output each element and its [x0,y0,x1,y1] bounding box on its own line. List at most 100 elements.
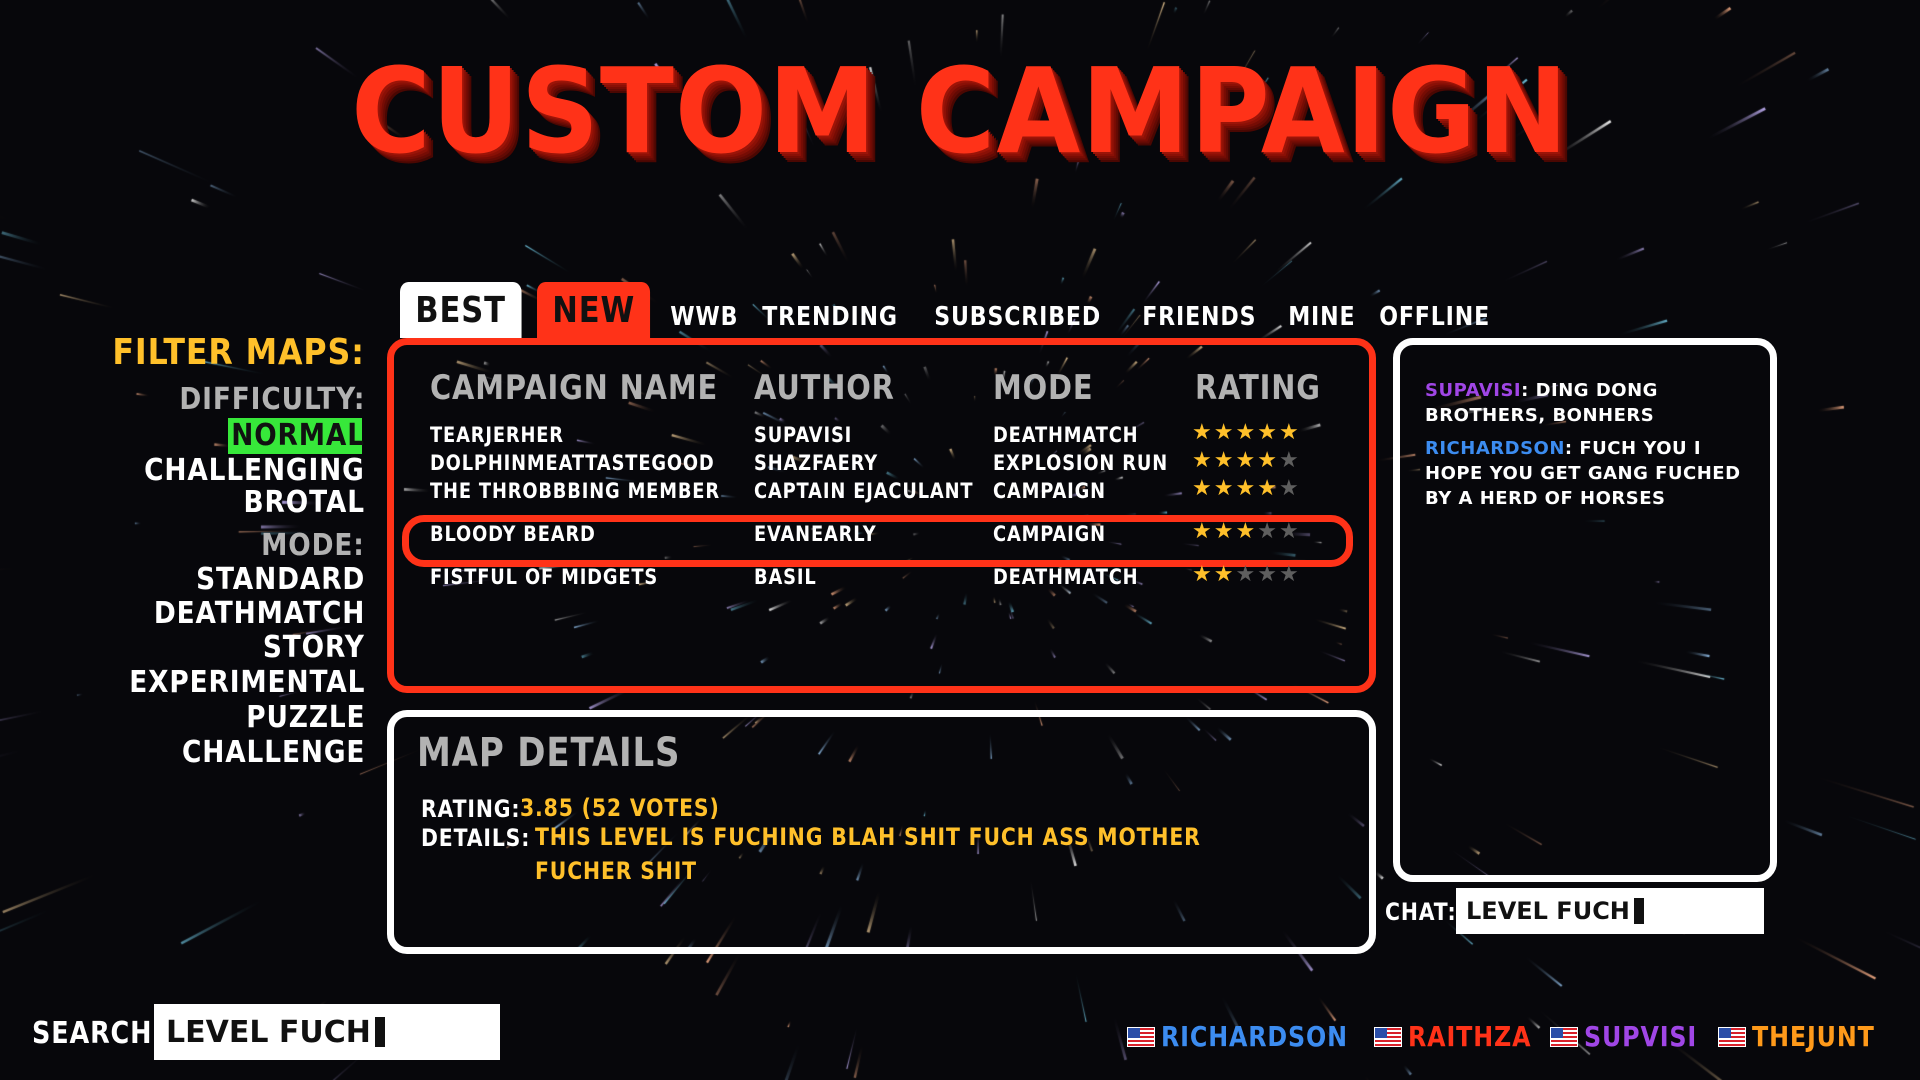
difficulty-heading: DIFFICULTY: [179,382,365,417]
star-filled-icon: ★ [1235,519,1258,544]
text-cursor [374,1017,385,1047]
star-filled-icon: ★ [1257,420,1279,445]
mode-story[interactable]: STORY [263,630,365,665]
star-empty-icon: ★ [1257,562,1279,587]
row-author: SHAZFAERY [754,451,879,475]
row-author: BASIL [754,565,817,589]
star-filled-icon: ★ [1235,420,1258,445]
column-header-rating[interactable]: RATING [1195,368,1321,408]
tab-offline[interactable]: OFFLINE [1369,294,1500,338]
player-tag[interactable]: SUPVISI [1550,1020,1717,1053]
chat-label: CHAT: [1385,898,1457,926]
us-flag-icon [1127,1026,1155,1047]
star-filled-icon: ★ [1213,476,1236,501]
difficulty-challenging[interactable]: CHALLENGING [144,453,365,488]
search-input-text: LEVEL FUCH [166,1014,371,1050]
details-label: DETAILS: [421,824,531,852]
star-filled-icon: ★ [1192,562,1214,587]
us-flag-icon [1718,1026,1746,1047]
star-filled-icon: ★ [1213,420,1236,445]
details-value: THIS LEVEL IS FUCHING BLAH SHIT FUCH ASS… [535,823,1201,885]
star-filled-icon: ★ [1192,519,1214,544]
chat-colon: : [1564,438,1580,459]
player-tag[interactable]: THEJUNT [1718,1020,1896,1053]
us-flag-icon [1550,1026,1578,1047]
tab-mine[interactable]: MINE [1278,294,1366,338]
mode-experimental[interactable]: EXPERIMENTAL [129,665,365,700]
mode-puzzle[interactable]: PUZZLE [246,700,365,735]
star-filled-icon: ★ [1192,476,1214,501]
chat-message: RICHARDSON: FUCH YOU I HOPE YOU GET GANG… [1425,436,1755,511]
row-mode: DEATHMATCH [993,565,1139,589]
map-details-title: MAP DETAILS [417,730,681,776]
star-filled-icon: ★ [1257,476,1279,501]
difficulty-normal[interactable]: NORMAL [231,418,365,453]
tab-best[interactable]: BEST [400,282,522,338]
sort-tabs: BEST NEW WWB TRENDING SUBSCRIBED FRIENDS… [400,282,1512,338]
row-mode: CAMPAIGN [993,522,1106,546]
star-filled-icon: ★ [1213,448,1236,473]
chat-message: SUPAVISI: DING DONG BROTHERS, BONHERS [1425,378,1755,428]
star-empty-icon: ★ [1278,448,1301,473]
column-header-mode[interactable]: MODE [993,368,1093,408]
row-author: EVANEARLY [754,522,877,546]
row-name: FISTFUL OF MIDGETS [430,565,659,589]
chat-input[interactable]: LEVEL FUCH [1456,888,1764,934]
star-filled-icon: ★ [1257,448,1279,473]
page-title: CUSTOM CAMPAIGN [351,42,1569,180]
filter-maps-title: FILTER MAPS: [112,332,365,373]
row-name: DOLPHINMEATTASTEGOOD [430,451,715,475]
row-name: TEARJERHER [430,423,564,447]
row-name: BLOODY BEARD [430,522,596,546]
chat-input-text: LEVEL FUCH [1466,897,1630,925]
us-flag-icon [1374,1026,1402,1047]
search-label: SEARCH: [32,1016,164,1051]
mode-deathmatch[interactable]: DEATHMATCH [154,596,365,631]
column-header-author[interactable]: AUTHOR [754,368,895,408]
tab-friends[interactable]: FRIENDS [1132,294,1267,338]
chat-username[interactable]: SUPAVISI [1425,380,1521,401]
star-filled-icon: ★ [1278,420,1301,445]
row-mode: CAMPAIGN [993,479,1106,503]
star-empty-icon: ★ [1278,519,1301,544]
star-empty-icon: ★ [1278,476,1301,501]
star-filled-icon: ★ [1192,448,1214,473]
mode-challenge[interactable]: CHALLENGE [182,735,365,770]
player-tag[interactable]: RICHARDSON [1127,1020,1381,1053]
row-name: THE THROBBBING MEMBER [430,479,720,503]
star-empty-icon: ★ [1278,562,1301,587]
player-name: RAITHZA [1408,1020,1532,1053]
star-rating: ★★★★★ [1192,519,1301,544]
star-filled-icon: ★ [1235,448,1258,473]
player-name: THEJUNT [1752,1020,1875,1053]
star-filled-icon: ★ [1192,420,1214,445]
star-rating: ★★★★★ [1192,448,1301,473]
player-name: SUPVISI [1584,1020,1698,1053]
mode-standard[interactable]: STANDARD [196,562,365,597]
tab-trending[interactable]: TRENDING [752,294,908,338]
tab-wwb[interactable]: WWB [660,294,749,338]
player-tag[interactable]: RAITHZA [1374,1020,1553,1053]
row-mode: DEATHMATCH [993,423,1139,447]
star-filled-icon: ★ [1213,519,1236,544]
star-empty-icon: ★ [1257,519,1279,544]
row-author: SUPAVISI [754,423,853,447]
difficulty-brotal[interactable]: BROTAL [244,485,365,520]
star-empty-icon: ★ [1235,562,1258,587]
tab-subscribed[interactable]: SUBSCRIBED [924,294,1111,338]
star-rating: ★★★★★ [1192,562,1301,587]
tab-new[interactable]: NEW [536,282,650,338]
player-name: RICHARDSON [1161,1020,1348,1053]
mode-heading: MODE: [261,528,365,563]
rating-label: RATING: [421,795,521,823]
row-author: CAPTAIN EJACULANT [754,479,974,503]
chat-username[interactable]: RICHARDSON [1425,438,1565,459]
search-input[interactable]: LEVEL FUCH [154,1004,500,1060]
row-mode: EXPLOSION RUN [993,451,1169,475]
chat-colon: : [1521,380,1536,401]
column-header-campaign-name[interactable]: CAMPAIGN NAME [430,368,718,408]
star-rating: ★★★★★ [1192,420,1301,445]
text-cursor [1633,898,1644,924]
star-rating: ★★★★★ [1192,476,1301,501]
star-filled-icon: ★ [1235,476,1258,501]
